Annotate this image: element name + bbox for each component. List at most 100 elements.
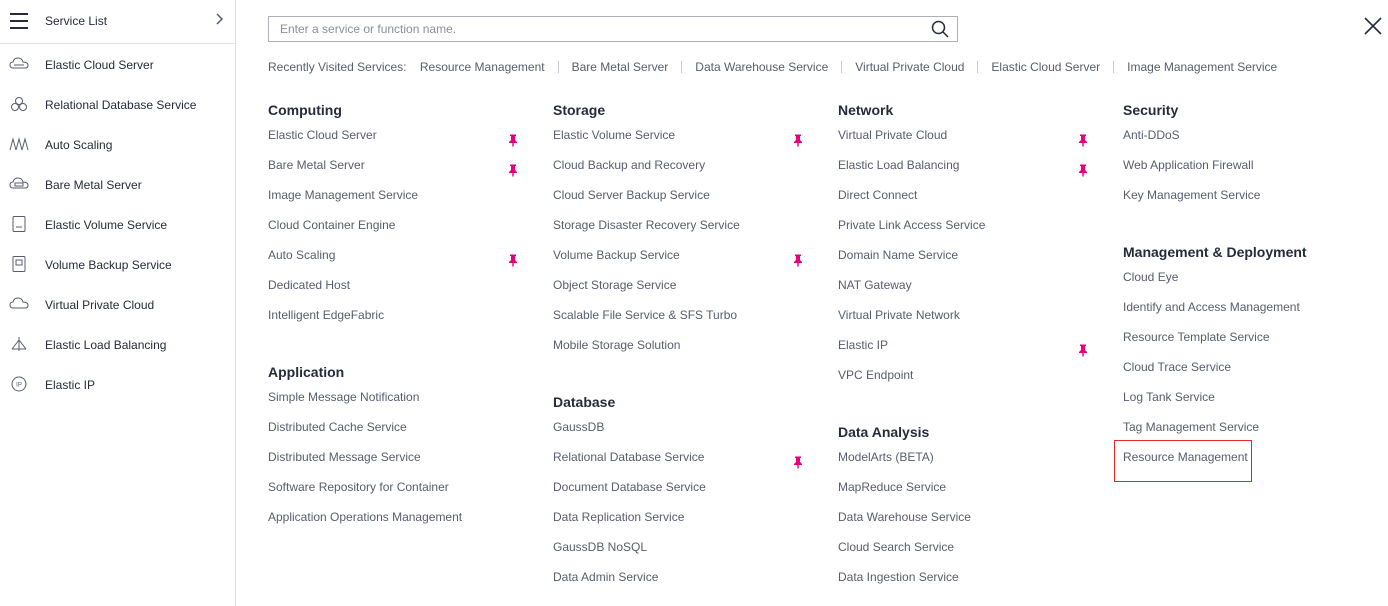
service-link[interactable]: Resource Template Service bbox=[1123, 322, 1373, 352]
service-link[interactable]: Virtual Private Cloud bbox=[838, 120, 1088, 150]
category-management-deployment: Management & Deployment Cloud Eye Identify… bbox=[1123, 242, 1373, 472]
chevron-right-icon[interactable] bbox=[214, 12, 224, 29]
separator bbox=[557, 61, 559, 73]
service-link[interactable]: NAT Gateway bbox=[838, 270, 1088, 300]
service-link[interactable]: Auto Scaling bbox=[268, 240, 518, 270]
sidebar-item[interactable]: Virtual Private Cloud bbox=[0, 284, 235, 324]
service-link[interactable]: VPC Endpoint bbox=[838, 360, 1088, 390]
service-link[interactable]: Elastic Volume Service bbox=[553, 120, 803, 150]
service-link[interactable]: Cloud Search Service bbox=[838, 532, 1088, 562]
service-link[interactable]: Cloud Trace Service bbox=[1123, 352, 1373, 382]
service-link[interactable]: Relational Database Service bbox=[553, 442, 803, 472]
service-link[interactable]: Log Tank Service bbox=[1123, 382, 1373, 412]
service-label: Direct Connect bbox=[838, 188, 918, 202]
pin-icon[interactable] bbox=[793, 450, 803, 469]
sidebar-item[interactable]: Bare Metal Server bbox=[0, 164, 235, 204]
pin-icon[interactable] bbox=[508, 248, 518, 267]
close-icon[interactable] bbox=[1362, 15, 1384, 37]
service-link[interactable]: Virtual Private Network bbox=[838, 300, 1088, 330]
service-link[interactable]: Mobile Storage Solution bbox=[553, 330, 803, 360]
service-label: Tag Management Service bbox=[1123, 420, 1260, 434]
service-link[interactable]: Key Management Service bbox=[1123, 180, 1373, 210]
sidebar-item[interactable]: Relational Database Service bbox=[0, 84, 235, 124]
service-link[interactable]: Web Application Firewall bbox=[1123, 150, 1373, 180]
highlight-box bbox=[1114, 440, 1252, 482]
category-title: Computing bbox=[268, 102, 342, 118]
service-link[interactable]: Private Link Access Service bbox=[838, 210, 1088, 240]
service-link[interactable]: GaussDB NoSQL bbox=[553, 532, 803, 562]
service-link[interactable]: Object Storage Service bbox=[553, 270, 803, 300]
service-link[interactable]: Document Database Service bbox=[553, 472, 803, 502]
service-search-box[interactable] bbox=[268, 16, 958, 42]
service-link[interactable]: Simple Message Notification bbox=[268, 382, 518, 412]
service-link[interactable]: Scalable File Service & SFS Turbo bbox=[553, 300, 803, 330]
service-link[interactable]: Application Operations Management bbox=[268, 502, 518, 532]
service-link[interactable]: Dedicated Host bbox=[268, 270, 518, 300]
service-link[interactable]: Volume Backup Service bbox=[553, 240, 803, 270]
service-label: Virtual Private Cloud bbox=[838, 128, 948, 142]
service-link[interactable]: Domain Name Service bbox=[838, 240, 1088, 270]
service-link[interactable]: Data Warehouse Service bbox=[838, 502, 1088, 532]
category-computing: Computing Elastic Cloud Server Bare Metal … bbox=[268, 100, 518, 330]
sidebar-item[interactable]: Volume Backup Service bbox=[0, 244, 235, 284]
service-link[interactable]: ModelArts (BETA) bbox=[838, 442, 1088, 472]
sidebar-item[interactable]: Auto Scaling bbox=[0, 124, 235, 164]
pin-icon[interactable] bbox=[1078, 158, 1088, 177]
recent-service-link[interactable]: Elastic Cloud Server bbox=[991, 60, 1100, 74]
search-input[interactable] bbox=[269, 17, 920, 41]
category-security: Security Anti-DDoS Web Application Firewal… bbox=[1123, 100, 1373, 210]
pin-icon[interactable] bbox=[1078, 338, 1088, 357]
bare-metal-icon bbox=[9, 176, 29, 192]
service-link[interactable]: Cloud Server Backup Service bbox=[553, 180, 803, 210]
service-link[interactable]: Tag Management Service bbox=[1123, 412, 1373, 442]
service-link[interactable]: Data Ingestion Service bbox=[838, 562, 1088, 592]
sidebar-item[interactable]: IP Elastic IP bbox=[0, 364, 235, 404]
service-link[interactable]: Image Management Service bbox=[268, 180, 518, 210]
service-link[interactable]: Distributed Message Service bbox=[268, 442, 518, 472]
recent-service-link[interactable]: Resource Management bbox=[420, 60, 545, 74]
pin-icon[interactable] bbox=[793, 128, 803, 147]
sidebar-item-label: Relational Database Service bbox=[45, 98, 197, 112]
recent-service-link[interactable]: Bare Metal Server bbox=[572, 60, 669, 74]
sidebar-item[interactable]: Elastic Load Balancing bbox=[0, 324, 235, 364]
service-link[interactable]: GaussDB bbox=[553, 412, 803, 442]
service-link[interactable]: Direct Connect bbox=[838, 180, 1088, 210]
sidebar-item[interactable]: Elastic Cloud Server bbox=[0, 44, 235, 84]
service-label: Domain Name Service bbox=[838, 248, 959, 262]
pin-icon[interactable] bbox=[793, 248, 803, 267]
search-icon[interactable] bbox=[931, 20, 949, 38]
recent-service-link[interactable]: Image Management Service bbox=[1127, 60, 1277, 74]
service-link[interactable]: Cloud Container Engine bbox=[268, 210, 518, 240]
pin-icon[interactable] bbox=[508, 158, 518, 177]
recent-service-link[interactable]: Virtual Private Cloud bbox=[855, 60, 964, 74]
service-link[interactable]: Anti-DDoS bbox=[1123, 120, 1373, 150]
service-link[interactable]: Cloud Eye bbox=[1123, 262, 1373, 292]
recent-service-link[interactable]: Data Warehouse Service bbox=[695, 60, 828, 74]
service-link[interactable]: Elastic Cloud Server bbox=[268, 120, 518, 150]
service-link[interactable]: Identify and Access Management bbox=[1123, 292, 1373, 322]
pin-icon[interactable] bbox=[1078, 128, 1088, 147]
service-label: Data Warehouse Service bbox=[838, 510, 971, 524]
sidebar-item-label: Bare Metal Server bbox=[45, 178, 142, 192]
service-label: Identify and Access Management bbox=[1123, 300, 1300, 314]
sidebar-item[interactable]: Elastic Volume Service bbox=[0, 204, 235, 244]
service-link[interactable]: Bare Metal Server bbox=[268, 150, 518, 180]
sidebar-header[interactable]: Service List bbox=[0, 0, 235, 44]
category-title: Management & Deployment bbox=[1123, 244, 1307, 260]
service-link[interactable]: Software Repository for Container bbox=[268, 472, 518, 502]
service-link[interactable]: Elastic Load Balancing bbox=[838, 150, 1088, 180]
service-link[interactable]: Cloud Backup and Recovery bbox=[553, 150, 803, 180]
hamburger-menu-icon[interactable] bbox=[10, 13, 28, 29]
service-link[interactable]: Storage Disaster Recovery Service bbox=[553, 210, 803, 240]
service-link[interactable]: Elastic IP bbox=[838, 330, 1088, 360]
service-link[interactable]: Data Admin Service bbox=[553, 562, 803, 592]
service-label: Key Management Service bbox=[1123, 188, 1261, 202]
service-link[interactable]: Intelligent EdgeFabric bbox=[268, 300, 518, 330]
pin-icon[interactable] bbox=[508, 128, 518, 147]
service-label: Elastic Volume Service bbox=[553, 128, 676, 142]
service-label: Cloud Container Engine bbox=[268, 218, 396, 232]
service-label: Image Management Service bbox=[268, 188, 419, 202]
service-link[interactable]: Distributed Cache Service bbox=[268, 412, 518, 442]
service-link[interactable]: MapReduce Service bbox=[838, 472, 1088, 502]
service-link[interactable]: Data Replication Service bbox=[553, 502, 803, 532]
